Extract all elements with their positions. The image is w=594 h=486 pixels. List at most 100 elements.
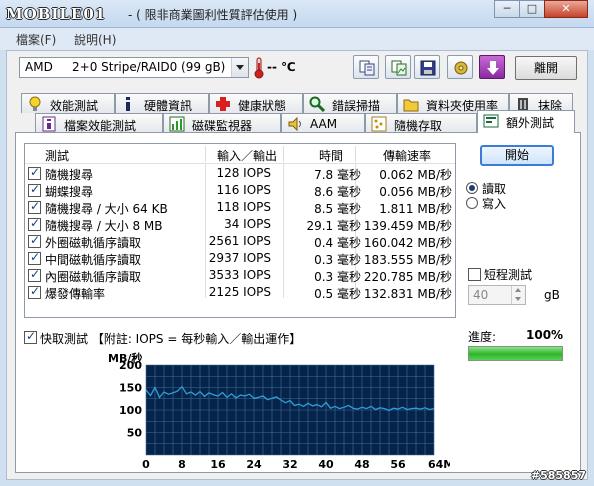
size-unit: gB (544, 288, 560, 302)
results-table: 測試 輸入／輸出 時間 傳輸速率 隨機搜尋 128 IOPS 7.8 毫秒 0.… (24, 143, 456, 318)
chart-y-tick-label: 150 (119, 382, 142, 395)
app-logo: MOBILE01 (6, 3, 124, 25)
row-time: 0.3 毫秒 (314, 253, 361, 267)
main-window: AMD 2+0 Stripe/RAID0 (99 gB) -- ℃ 離開 效能測… (6, 50, 588, 480)
row-checkbox[interactable] (28, 216, 41, 231)
quick-test-checkbox[interactable] (24, 329, 37, 344)
download-button[interactable] (479, 55, 505, 79)
magnifier-icon (309, 96, 325, 112)
tab-error-scan[interactable]: 錯誤掃描 (303, 93, 397, 113)
row-rate: 0.062 MB/秒 (379, 168, 452, 182)
chart-y-tick-label: 100 (119, 404, 142, 417)
row-rate: 220.785 MB/秒 (363, 270, 452, 284)
table-row: 隨機搜尋 / 大小 8 MB 34 IOPS 29.1 毫秒 139.459 M… (25, 216, 455, 233)
progress-label: 進度: (468, 330, 497, 344)
copy-image-button[interactable] (385, 55, 411, 79)
tab-benchmark[interactable]: 效能測試 (21, 93, 115, 113)
progress-percent: 100% (526, 328, 564, 342)
menu-help[interactable]: 說明(H) (74, 31, 116, 48)
row-rate: 139.459 MB/秒 (363, 219, 452, 233)
window-title: - ( 限非商業圖利性質評估使用 ) (128, 8, 298, 22)
tab-label: 效能測試 (50, 99, 99, 113)
copy-text-button[interactable] (353, 55, 379, 79)
menu-file[interactable]: 檔案(F) (16, 31, 56, 48)
write-label: 寫入 (482, 197, 507, 211)
write-radio[interactable] (466, 197, 478, 209)
row-iops: 34 IOPS (224, 217, 271, 231)
row-iops: 116 IOPS (216, 183, 271, 197)
tab-disk-monitor[interactable]: 磁碟監視器 (163, 113, 281, 133)
row-iops: 128 IOPS (216, 166, 271, 180)
row-iops: 3533 IOPS (208, 268, 271, 282)
close-button[interactable]: ✕ (544, 0, 588, 18)
table-row: 外圈磁軌循序讀取 2561 IOPS 0.4 毫秒 160.042 MB/秒 (25, 233, 455, 250)
row-rate: 1.811 MB/秒 (379, 202, 452, 216)
tab-label: AAM (310, 117, 338, 131)
header-io: 輸入／輸出 (217, 149, 278, 163)
progress-bar (468, 346, 563, 361)
tab-random-access[interactable]: 隨機存取 (365, 113, 477, 133)
row-test-name: 中間磁軌循序讀取 (45, 253, 142, 267)
bulb-icon (29, 96, 41, 111)
copy-text-icon (359, 60, 375, 76)
chart-x-tick-label: 64MB (428, 458, 450, 471)
row-test-name: 內圈磁軌循序讀取 (45, 270, 142, 284)
row-time: 0.5 毫秒 (314, 287, 361, 301)
tab-extra-tests[interactable]: 額外測試 (477, 110, 575, 133)
maximize-button[interactable]: □ (519, 0, 545, 18)
row-checkbox[interactable] (28, 233, 41, 248)
drive-select[interactable]: AMD 2+0 Stripe/RAID0 (99 gB) (19, 57, 249, 78)
chart-x-tick-label: 16 (210, 458, 226, 471)
short-test-label: 短程測試 (484, 268, 533, 282)
chevron-down-icon[interactable] (231, 58, 248, 77)
row-time: 0.3 毫秒 (314, 270, 361, 284)
extra-tests-icon (483, 114, 499, 128)
tab-aam[interactable]: AAM (281, 113, 365, 133)
row-time: 8.5 毫秒 (314, 202, 361, 216)
save-button[interactable] (414, 55, 440, 79)
row-checkbox[interactable] (28, 267, 41, 282)
row-test-name: 外圈磁軌循序讀取 (45, 236, 142, 250)
row-checkbox[interactable] (28, 250, 41, 265)
transfer-rate-chart: MB/秒501001502000816243240485664MB (108, 351, 450, 471)
health-cross-icon (216, 97, 230, 111)
row-rate: 160.042 MB/秒 (363, 236, 452, 250)
info-icon (126, 97, 130, 111)
title-bar: MOBILE01 - ( 限非商業圖利性質評估使用 ) ─ □ ✕ (0, 0, 594, 28)
tab-label: 額外測試 (506, 116, 555, 130)
random-access-icon (371, 116, 387, 132)
options-button[interactable] (447, 55, 473, 79)
header-time: 時間 (319, 149, 344, 163)
row-time: 0.4 毫秒 (314, 236, 361, 250)
quick-test-label: 快取測試 【附註: IOPS = 每秒輸入／輸出運作】 (40, 332, 302, 346)
row-test-name: 蝴蝶搜尋 (45, 185, 94, 199)
stepper-arrows-icon[interactable] (511, 286, 525, 304)
thermometer-icon (254, 57, 264, 79)
row-checkbox[interactable] (28, 284, 41, 299)
drive-description: 2+0 Stripe/RAID0 (99 gB) (72, 60, 226, 74)
tab-file-benchmark[interactable]: 檔案效能測試 (35, 113, 163, 133)
chart-x-tick-label: 24 (246, 458, 262, 471)
chart-x-tick-label: 0 (142, 458, 150, 471)
exit-button[interactable]: 離開 (515, 56, 577, 80)
read-radio[interactable] (466, 182, 478, 194)
tab-health[interactable]: 健康狀態 (209, 93, 303, 113)
header-test: 測試 (45, 149, 70, 163)
chart-x-tick-label: 32 (282, 458, 297, 471)
row-checkbox[interactable] (28, 165, 41, 180)
minimize-button[interactable]: ─ (494, 0, 520, 18)
table-row: 隨機搜尋 128 IOPS 7.8 毫秒 0.062 MB/秒 (25, 165, 455, 182)
options-icon (454, 61, 468, 75)
drive-model: AMD (25, 60, 53, 74)
row-iops: 2125 IOPS (208, 285, 271, 299)
table-row: 隨機搜尋 / 大小 64 KB 118 IOPS 8.5 毫秒 1.811 MB… (25, 199, 455, 216)
row-checkbox[interactable] (28, 182, 41, 197)
size-stepper[interactable]: 40 (468, 285, 526, 305)
start-button[interactable]: 開始 (480, 145, 554, 166)
watermark: #585857 (530, 469, 586, 482)
row-checkbox[interactable] (28, 199, 41, 214)
short-test-checkbox[interactable] (468, 268, 481, 281)
progress-fill (469, 347, 562, 360)
tab-hardware-info[interactable]: 硬體資訊 (115, 93, 209, 113)
row-rate: 183.555 MB/秒 (363, 253, 452, 267)
